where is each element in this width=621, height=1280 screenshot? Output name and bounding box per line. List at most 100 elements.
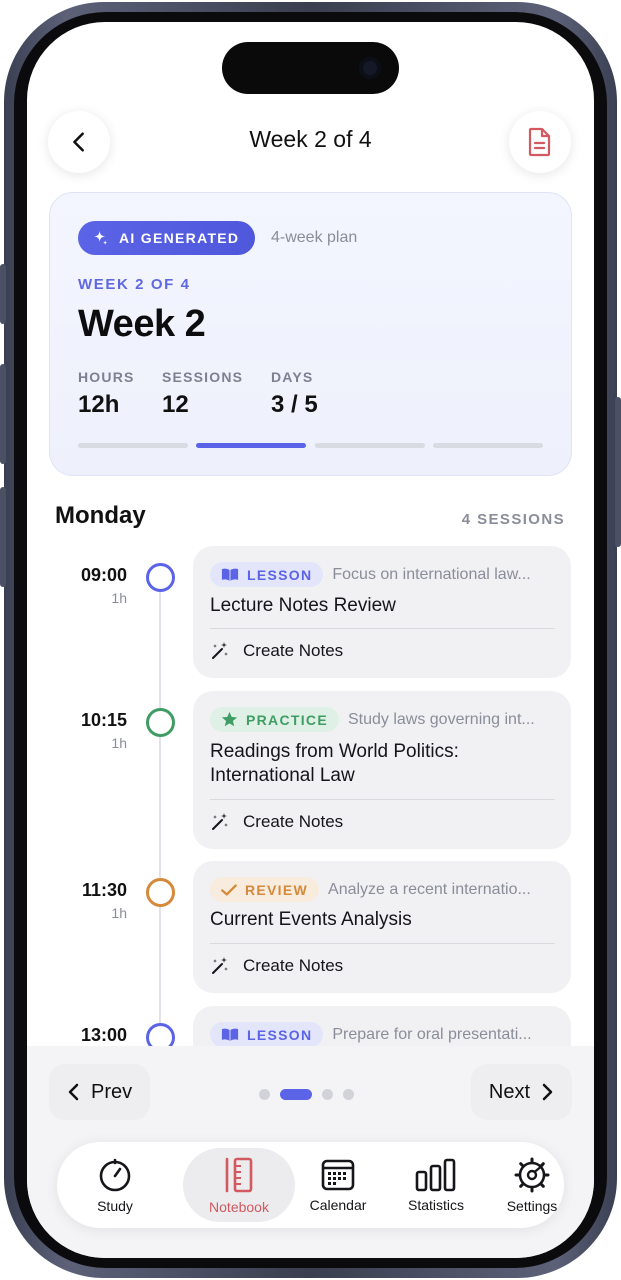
- gear-icon: [514, 1157, 550, 1192]
- action-label: Create Notes: [243, 956, 344, 975]
- timeline-node: [146, 563, 175, 592]
- tab-calendar[interactable]: Calendar: [295, 1148, 381, 1222]
- duration-label: 1h: [111, 735, 127, 751]
- tab-label: Statistics: [407, 1196, 464, 1213]
- create-notes-button[interactable]: Create Notes: [210, 956, 343, 976]
- week-progress-segment-current: [196, 443, 306, 448]
- time-label: 09:00: [80, 565, 127, 585]
- create-notes-button[interactable]: Create Notes: [210, 641, 343, 661]
- divider: [210, 799, 555, 800]
- session-description: Prepare for oral presentati...: [332, 1025, 532, 1043]
- sparkle-icon: [94, 230, 108, 245]
- bar-chart-icon: [415, 1158, 456, 1191]
- page-dot[interactable]: [343, 1089, 354, 1100]
- session-description: Focus on international law...: [332, 565, 531, 583]
- document-icon: [528, 127, 551, 157]
- tag-row: LESSON Focus on international law...: [210, 562, 557, 587]
- stat-value: 12h: [78, 391, 120, 418]
- next-week-button[interactable]: Next: [470, 1064, 572, 1120]
- chevron-right-icon: [542, 1083, 553, 1101]
- prev-label: Prev: [91, 1080, 133, 1103]
- tab-notebook[interactable]: Notebook: [183, 1148, 295, 1222]
- session-card[interactable]: LESSON Focus on international law... Lec…: [193, 546, 571, 678]
- magic-wand-icon: [212, 957, 228, 974]
- calendar-icon: [321, 1159, 355, 1190]
- session-description: Analyze a recent internatio...: [328, 880, 531, 898]
- session-title: Lecture Notes Review: [210, 595, 396, 616]
- star-icon: [221, 711, 238, 727]
- ai-generated-badge: AI GENERATED: [78, 221, 256, 255]
- time-label: 10:15: [80, 710, 127, 730]
- timeline-node: [146, 878, 175, 907]
- week-summary-card: AI GENERATED 4-week plan WEEK 2 OF 4 Wee…: [49, 192, 572, 476]
- stat-days: DAYS 3 / 5: [271, 369, 318, 419]
- tab-study[interactable]: Study: [71, 1148, 159, 1222]
- divider: [210, 943, 555, 944]
- stat-sessions: SESSIONS 12: [162, 369, 243, 419]
- action-label: Create Notes: [243, 812, 344, 831]
- tag-review: REVIEW: [210, 877, 320, 902]
- tag-label: PRACTICE: [246, 711, 328, 728]
- volume-up-button: [0, 364, 6, 464]
- tag-label: LESSON: [247, 1026, 313, 1043]
- tag-row: PRACTICE Study laws governing int...: [210, 707, 557, 732]
- page-dot-active[interactable]: [280, 1089, 312, 1100]
- page-dot[interactable]: [259, 1089, 270, 1100]
- session-title: Current Events Analysis: [210, 909, 412, 930]
- day-title: Monday: [55, 502, 146, 529]
- tab-label: Notebook: [209, 1198, 269, 1215]
- volume-down-button: [0, 487, 6, 587]
- divider: [210, 628, 555, 629]
- stat-hours: HOURS 12h: [78, 369, 135, 419]
- tab-statistics[interactable]: Statistics: [391, 1148, 481, 1222]
- next-label: Next: [488, 1080, 530, 1103]
- stat-label: DAYS: [271, 369, 314, 385]
- action-label: Create Notes: [243, 641, 344, 660]
- stat-label: SESSIONS: [162, 369, 244, 385]
- tag-lesson: LESSON: [210, 1022, 324, 1047]
- book-icon: [221, 1028, 239, 1041]
- checkmark-icon: [221, 883, 237, 896]
- session-time: 11:30 1h: [27, 880, 127, 921]
- session-time: 13:00: [27, 1025, 127, 1046]
- stat-value: 3 / 5: [271, 391, 318, 418]
- tag-label: LESSON: [247, 566, 313, 583]
- prev-week-button[interactable]: Prev: [49, 1064, 151, 1120]
- session-time: 10:15 1h: [27, 710, 127, 751]
- tab-label: Calendar: [309, 1196, 367, 1213]
- timeline-node: [146, 708, 175, 737]
- dynamic-island: [222, 42, 399, 94]
- week-progress-segment: [315, 443, 425, 448]
- tab-label: Study: [97, 1197, 133, 1214]
- tag-practice: PRACTICE: [210, 707, 339, 732]
- week-progress-segment: [433, 443, 543, 448]
- camera-icon: [359, 57, 381, 79]
- create-notes-button[interactable]: Create Notes: [210, 812, 343, 832]
- tag-label: REVIEW: [245, 881, 309, 898]
- session-description: Study laws governing int...: [347, 710, 535, 728]
- tab-settings[interactable]: Settings: [489, 1148, 575, 1222]
- notebook-icon: [225, 1157, 253, 1192]
- app-screen: Week 2 of 4 AI GENERATED 4-week plan WEE…: [27, 22, 594, 1258]
- page-dot[interactable]: [322, 1089, 333, 1100]
- session-time: 09:00 1h: [27, 565, 127, 606]
- magic-wand-icon: [212, 813, 228, 830]
- magic-wand-icon: [212, 642, 228, 659]
- plan-label: 4-week plan: [271, 229, 358, 246]
- tab-label: Settings: [506, 1197, 558, 1214]
- session-card[interactable]: PRACTICE Study laws governing int... Rea…: [193, 691, 571, 849]
- timeline-line: [159, 580, 161, 1050]
- stat-label: HOURS: [78, 369, 135, 385]
- power-button: [615, 397, 621, 547]
- time-label: 13:00: [80, 1025, 127, 1045]
- ai-badge-label: AI GENERATED: [119, 230, 240, 246]
- session-count: 4 SESSIONS: [461, 511, 565, 528]
- tag-row: LESSON Prepare for oral presentati...: [210, 1022, 557, 1047]
- session-card[interactable]: REVIEW Analyze a recent internatio... Cu…: [193, 861, 571, 993]
- week-progress-segment: [78, 443, 188, 448]
- tag-row: REVIEW Analyze a recent internatio...: [210, 877, 557, 902]
- page-indicator: [259, 1089, 354, 1100]
- chevron-left-icon: [68, 1083, 79, 1101]
- document-button[interactable]: [509, 111, 571, 173]
- timer-icon: [99, 1158, 131, 1191]
